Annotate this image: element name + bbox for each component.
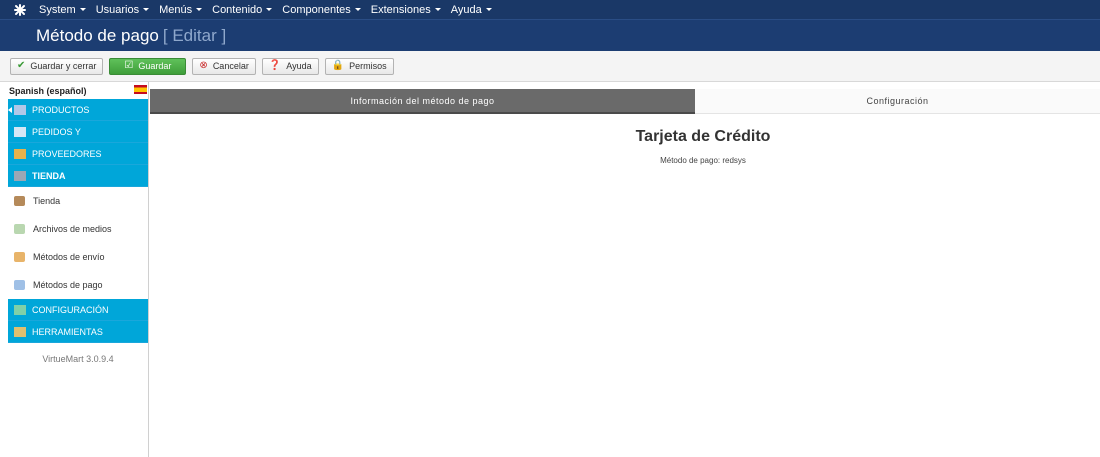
tab-configuracion[interactable]: Configuración xyxy=(695,89,1100,114)
chevron-down-icon xyxy=(354,8,361,11)
cancel-button[interactable]: ⊗ Cancelar xyxy=(192,57,256,75)
sidebar-category-tienda[interactable]: TIENDA xyxy=(8,165,148,187)
menu-extensiones[interactable]: Extensiones xyxy=(371,4,441,16)
sidebar-category-label: PRODUCTOS xyxy=(32,104,90,115)
sidebar-category-configuracion[interactable]: CONFIGURACIÓN xyxy=(8,299,148,321)
save-button[interactable]: ☑ Guardar xyxy=(109,57,187,75)
language-label: Spanish (español) xyxy=(9,85,87,96)
help-label: Ayuda xyxy=(286,61,312,71)
menu-ayuda-label: Ayuda xyxy=(450,3,482,16)
chevron-down-icon xyxy=(485,8,492,11)
menu-componentes[interactable]: Componentes xyxy=(282,4,361,16)
page-title: Método de pago[ Editar ] xyxy=(36,26,226,46)
chevron-left-icon[interactable] xyxy=(8,107,12,113)
wrench-icon xyxy=(14,148,26,159)
save-close-button[interactable]: ✔ Guardar y cerrar xyxy=(10,57,104,75)
products-icon xyxy=(14,104,26,115)
media-icon xyxy=(14,224,25,234)
sidebar-category-label: HERRAMIENTAS xyxy=(32,326,103,337)
sidebar: Spanish (español) PRODUCTOS PEDIDOS Y PR… xyxy=(0,82,149,457)
menu-ayuda[interactable]: Ayuda xyxy=(451,4,492,16)
page-title-text: Método de pago xyxy=(36,25,159,45)
sidebar-category-productos[interactable]: PRODUCTOS xyxy=(8,99,148,121)
sidebar-item-label: Archivos de medios xyxy=(33,224,112,234)
sidebar-category-label: PROVEEDORES xyxy=(32,148,102,159)
config-icon xyxy=(14,304,26,315)
edit-icon: ☑ xyxy=(124,60,134,71)
sidebar-item-tienda[interactable]: Tienda xyxy=(8,187,148,215)
sidebar-item-metodos-pago[interactable]: Métodos de pago xyxy=(8,271,148,299)
sidebar-category-label: PEDIDOS Y xyxy=(32,126,81,137)
help-button[interactable]: ❓ Ayuda xyxy=(261,57,319,75)
question-icon: ❓ xyxy=(268,60,282,71)
spain-flag-icon xyxy=(134,85,147,94)
permissions-button[interactable]: 🔒 Permisos xyxy=(324,57,394,75)
sidebar-category-label: CONFIGURACIÓN xyxy=(32,304,109,315)
permissions-label: Permisos xyxy=(349,61,387,71)
menu-contenido-label: Contenido xyxy=(212,3,263,16)
chevron-down-icon xyxy=(266,8,273,11)
menu-usuarios[interactable]: Usuarios xyxy=(95,3,150,16)
chevron-down-icon xyxy=(143,8,150,11)
sidebar-item-metodos-envio[interactable]: Métodos de envío xyxy=(8,243,148,271)
orders-icon xyxy=(14,126,26,137)
page-subtitle: [ Editar ] xyxy=(162,25,227,45)
top-nav: System Usuarios Menús Contenido Componen… xyxy=(0,0,1100,19)
check-icon: ✔ xyxy=(17,60,26,71)
sidebar-category-pedidos[interactable]: PEDIDOS Y xyxy=(8,121,148,143)
shop-icon xyxy=(14,170,26,181)
chevron-down-icon xyxy=(196,8,203,11)
sidebar-category-proveedores[interactable]: PROVEEDORES xyxy=(8,143,148,165)
tab-info-metodo-pago[interactable]: Información del método de pago xyxy=(150,89,695,114)
cancel-icon: ⊗ xyxy=(199,60,208,71)
menu-system-label: System xyxy=(39,3,76,16)
page-header: Método de pago[ Editar ] xyxy=(0,19,1100,51)
shop-icon xyxy=(14,196,25,206)
joomla-icon[interactable] xyxy=(9,0,31,19)
save-close-label: Guardar y cerrar xyxy=(30,61,97,71)
chevron-down-icon xyxy=(434,8,441,11)
payment-method-heading: Tarjeta de Crédito xyxy=(635,128,771,145)
menu-componentes-label: Componentes xyxy=(282,3,351,16)
tab-bar: Información del método de pago Configura… xyxy=(150,89,1100,114)
lock-icon: 🔒 xyxy=(331,60,345,71)
menu-menus[interactable]: Menús xyxy=(159,3,203,16)
truck-icon xyxy=(14,252,25,262)
sidebar-category-label: TIENDA xyxy=(32,170,66,181)
sidebar-item-label: Métodos de envío xyxy=(33,252,105,262)
sidebar-item-label: Tienda xyxy=(33,196,61,206)
save-label: Guardar xyxy=(138,61,172,71)
menu-menus-label: Menús xyxy=(159,3,193,16)
menu-usuarios-label: Usuarios xyxy=(95,3,140,16)
payment-icon xyxy=(14,280,25,290)
menu-contenido[interactable]: Contenido xyxy=(212,3,273,16)
menu-system[interactable]: System xyxy=(39,4,86,16)
sidebar-item-label: Métodos de pago xyxy=(33,280,103,290)
menu-extensiones-label: Extensiones xyxy=(370,3,431,16)
payment-method-line: Método de pago: redsys xyxy=(660,156,746,165)
cancel-label: Cancelar xyxy=(212,61,249,71)
version-label: VirtueMart 3.0.9.4 xyxy=(42,354,114,364)
sidebar-item-archivos-medios[interactable]: Archivos de medios xyxy=(8,215,148,243)
language-selector[interactable]: Spanish (español) xyxy=(0,82,148,99)
tools-icon xyxy=(14,326,26,337)
sidebar-category-herramientas[interactable]: HERRAMIENTAS xyxy=(8,321,148,343)
chevron-down-icon xyxy=(79,8,86,11)
toolbar: ✔ Guardar y cerrar ☑ Guardar ⊗ Cancelar ❓ Ay… xyxy=(0,51,1100,82)
